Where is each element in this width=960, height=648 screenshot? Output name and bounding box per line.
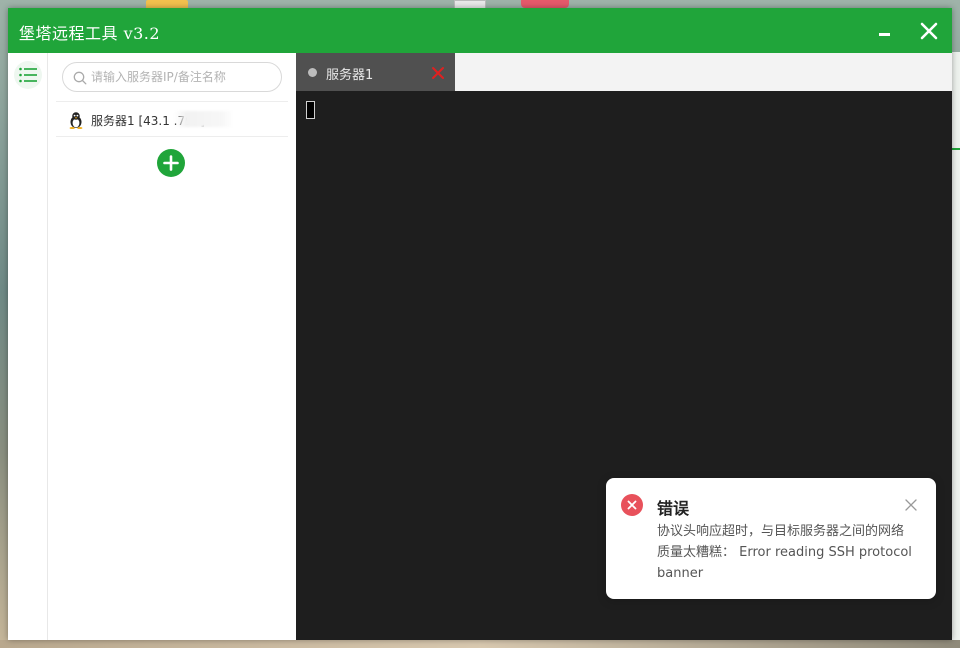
server-sidebar: 服务器1 [43.1 .79. ]	[48, 53, 296, 640]
search-input[interactable]	[91, 67, 275, 87]
minimize-button[interactable]	[868, 14, 902, 48]
plus-icon	[163, 155, 179, 171]
close-icon	[920, 22, 938, 40]
add-server-button[interactable]	[157, 149, 185, 177]
redacted-ip-mask	[174, 111, 234, 127]
server-list-item[interactable]: 服务器1 [43.1 .79. ]	[56, 101, 288, 137]
linux-penguin-icon	[69, 112, 83, 129]
close-window-button[interactable]	[912, 14, 946, 48]
server-list: 服务器1 [43.1 .79. ]	[48, 101, 296, 137]
desktop-app-icon	[521, 0, 569, 8]
notification-close-icon[interactable]	[904, 498, 918, 512]
error-x-icon	[627, 500, 637, 510]
tab-bar: 服务器1	[296, 53, 952, 91]
window-title: 堡塔远程工具 v3.2	[19, 24, 161, 43]
list-menu-icon	[19, 67, 37, 83]
title-bar[interactable]: 堡塔远程工具 v3.2	[8, 8, 952, 53]
connection-status-dot	[308, 68, 317, 77]
tab-server1[interactable]: 服务器1	[296, 53, 455, 91]
desktop-folder-icon	[146, 0, 188, 8]
search-icon	[73, 71, 87, 85]
minimize-icon	[879, 33, 890, 36]
notification-title: 错误	[657, 499, 690, 518]
error-notification: 错误 协议头响应超时，与目标服务器之间的网络质量太糟糕： Error readi…	[606, 478, 936, 599]
terminal-cursor	[306, 101, 315, 119]
search-box[interactable]	[62, 62, 282, 92]
menu-toggle-button[interactable]	[14, 61, 42, 89]
notification-message: 协议头响应超时，与目标服务器之间的网络质量太糟糕： Error reading …	[657, 524, 912, 581]
desktop-wallpaper	[0, 640, 960, 648]
tab-close-icon[interactable]	[431, 66, 445, 80]
desktop-document-icon	[454, 0, 486, 8]
error-icon	[621, 494, 643, 516]
left-rail	[8, 53, 48, 640]
tab-label: 服务器1	[326, 68, 374, 83]
background-window-edge	[952, 52, 960, 648]
